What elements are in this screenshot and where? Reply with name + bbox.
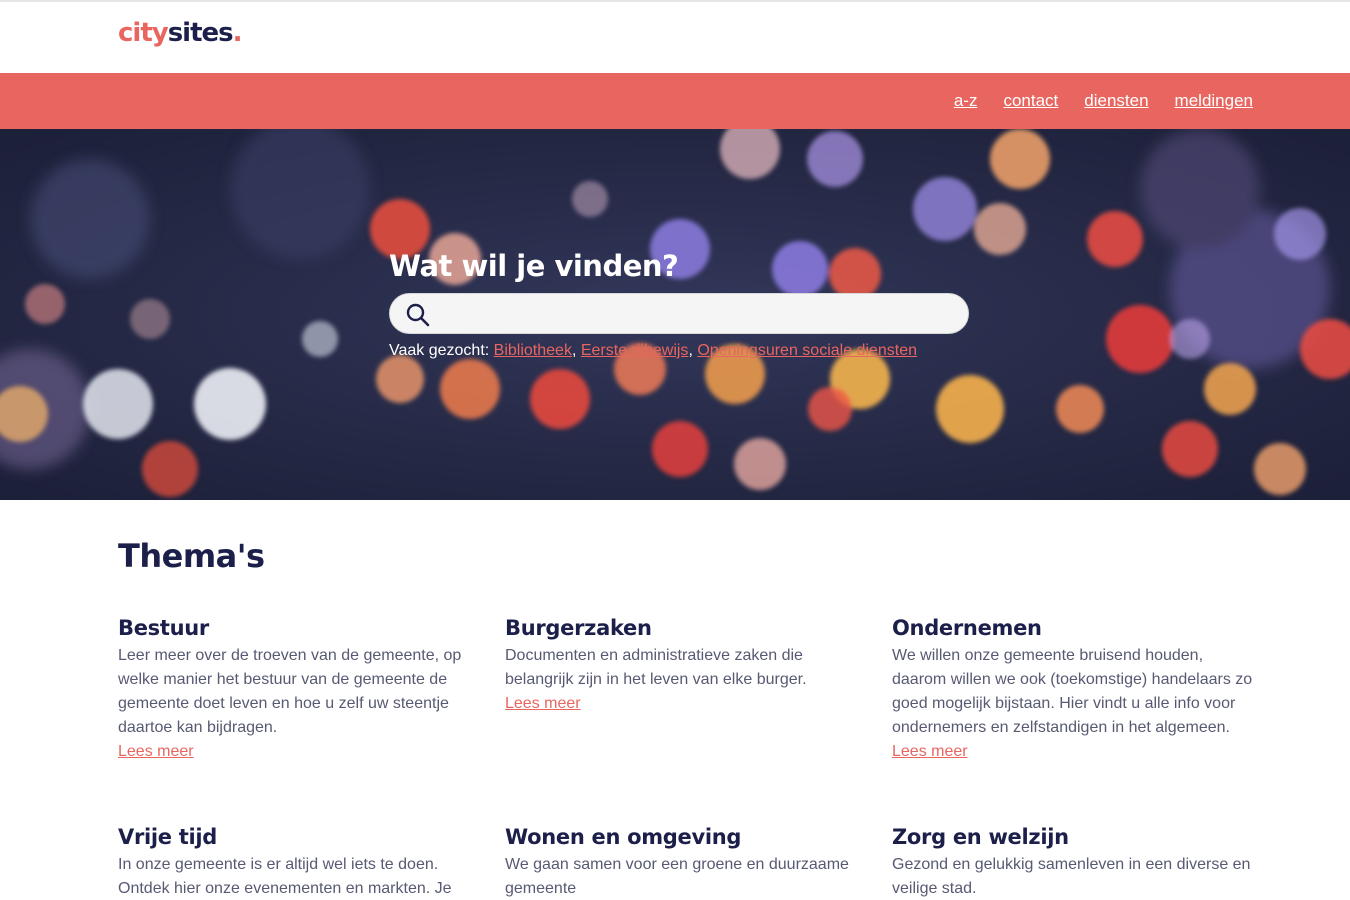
theme-title[interactable]: Vrije tijd bbox=[118, 823, 480, 851]
site-logo[interactable]: citysites. bbox=[118, 18, 243, 48]
theme-title[interactable]: Bestuur bbox=[118, 614, 480, 642]
popular-link-bibliotheek[interactable]: Bibliotheek bbox=[494, 342, 572, 359]
theme-description: Leer meer over de troeven van de gemeent… bbox=[118, 647, 462, 736]
theme-card-zorg-en-welzijn: Zorg en welzijn Gezond en gelukkig samen… bbox=[892, 823, 1254, 900]
nav-link-diensten[interactable]: diensten bbox=[1084, 91, 1148, 111]
theme-card-wonen-en-omgeving: Wonen en omgeving We gaan samen voor een… bbox=[505, 823, 867, 900]
logo-city-text: city bbox=[118, 18, 169, 48]
popular-link-eerste-rijbewijs[interactable]: Eerste rijbewijs bbox=[581, 342, 689, 359]
nav-link-contact[interactable]: contact bbox=[1003, 91, 1058, 111]
popular-link-openingsuren[interactable]: Openingsuren sociale diensten bbox=[697, 342, 917, 359]
theme-card-bestuur: Bestuur Leer meer over de troeven van de… bbox=[118, 614, 480, 764]
theme-description: We willen onze gemeente bruisend houden,… bbox=[892, 647, 1253, 736]
popular-searches: Vaak gezocht: Bibliotheek, Eerste rijbew… bbox=[389, 342, 918, 359]
logo-dot: . bbox=[232, 18, 243, 48]
nav-links: a-z contact diensten meldingen bbox=[954, 73, 1253, 129]
theme-card-ondernemen: Ondernemen We willen onze gemeente bruis… bbox=[892, 614, 1254, 764]
theme-card-vrije-tijd: Vrije tijd In onze gemeente is er altijd… bbox=[118, 823, 480, 900]
main-navigation: a-z contact diensten meldingen bbox=[0, 73, 1350, 129]
logo-sites-text: sites bbox=[167, 18, 234, 48]
search-icon[interactable] bbox=[405, 302, 431, 328]
themes-heading: Thema's bbox=[118, 537, 265, 575]
theme-title[interactable]: Ondernemen bbox=[892, 614, 1254, 642]
theme-read-more-link[interactable]: Lees meer bbox=[892, 740, 968, 764]
theme-read-more-link[interactable]: Lees meer bbox=[118, 740, 194, 764]
theme-description: Documenten en administratieve zaken die … bbox=[505, 647, 807, 688]
theme-description: Gezond en gelukkig samenleven in een div… bbox=[892, 856, 1251, 897]
nav-link-a-z[interactable]: a-z bbox=[954, 91, 978, 111]
theme-title[interactable]: Burgerzaken bbox=[505, 614, 867, 642]
site-header: citysites. bbox=[0, 0, 1350, 73]
hero-search-panel: Wat wil je vinden? Vaak gezocht: Bibliot… bbox=[389, 249, 969, 360]
theme-description: In onze gemeente is er altijd wel iets t… bbox=[118, 856, 452, 897]
theme-description: We gaan samen voor een groene en duurzaa… bbox=[505, 856, 849, 897]
hero-banner: Wat wil je vinden? Vaak gezocht: Bibliot… bbox=[0, 129, 1350, 500]
theme-card-burgerzaken: Burgerzaken Documenten en administratiev… bbox=[505, 614, 867, 716]
nav-link-meldingen[interactable]: meldingen bbox=[1175, 91, 1253, 111]
theme-title[interactable]: Zorg en welzijn bbox=[892, 823, 1254, 851]
popular-searches-label: Vaak gezocht: bbox=[389, 342, 490, 359]
hero-title: Wat wil je vinden? bbox=[389, 249, 679, 283]
search-input[interactable] bbox=[440, 294, 960, 333]
theme-read-more-link[interactable]: Lees meer bbox=[505, 692, 581, 716]
theme-title[interactable]: Wonen en omgeving bbox=[505, 823, 867, 851]
search-box[interactable] bbox=[389, 293, 969, 334]
